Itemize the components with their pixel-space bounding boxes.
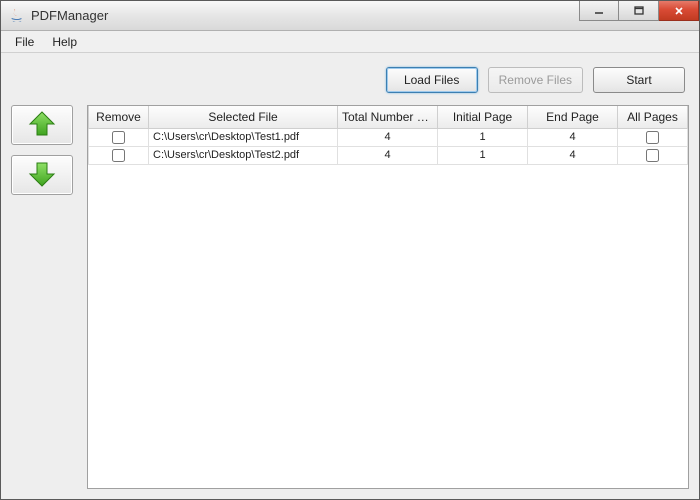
load-files-button[interactable]: Load Files: [386, 67, 478, 93]
allpages-checkbox[interactable]: [646, 131, 659, 144]
app-window: PDFManager File Help Load Files Remove F…: [0, 0, 700, 500]
col-remove[interactable]: Remove: [89, 106, 149, 128]
remove-files-button[interactable]: Remove Files: [488, 67, 583, 93]
col-all[interactable]: All Pages: [618, 106, 688, 128]
table-row[interactable]: C:\Users\cr\Desktop\Test1.pdf414: [89, 128, 688, 146]
move-up-button[interactable]: [11, 105, 73, 145]
allpages-checkbox[interactable]: [646, 149, 659, 162]
remove-checkbox[interactable]: [112, 131, 125, 144]
body-row: Remove Selected File Total Number of... …: [11, 105, 689, 489]
cell-end[interactable]: 4: [528, 128, 618, 146]
start-button[interactable]: Start: [593, 67, 685, 93]
arrow-down-icon: [27, 160, 57, 191]
java-app-icon: [9, 8, 25, 24]
menubar: File Help: [1, 31, 699, 53]
col-total[interactable]: Total Number of...: [338, 106, 438, 128]
cell-file: C:\Users\cr\Desktop\Test1.pdf: [149, 128, 338, 146]
table-header-row: Remove Selected File Total Number of... …: [89, 106, 688, 128]
reorder-controls: [11, 105, 77, 489]
menu-file[interactable]: File: [7, 33, 42, 51]
minimize-button[interactable]: [579, 1, 619, 21]
content-area: Load Files Remove Files Start: [1, 53, 699, 499]
move-down-button[interactable]: [11, 155, 73, 195]
titlebar[interactable]: PDFManager: [1, 1, 699, 31]
maximize-button[interactable]: [619, 1, 659, 21]
col-end[interactable]: End Page: [528, 106, 618, 128]
file-table-container: Remove Selected File Total Number of... …: [87, 105, 689, 489]
menu-help[interactable]: Help: [44, 33, 85, 51]
remove-checkbox[interactable]: [112, 149, 125, 162]
cell-total: 4: [338, 128, 438, 146]
window-controls: [579, 1, 699, 21]
col-initial[interactable]: Initial Page: [438, 106, 528, 128]
window-title: PDFManager: [31, 8, 108, 23]
cell-total: 4: [338, 146, 438, 164]
file-table: Remove Selected File Total Number of... …: [88, 106, 688, 165]
arrow-up-icon: [27, 110, 57, 141]
close-button[interactable]: [659, 1, 699, 21]
toolbar: Load Files Remove Files Start: [11, 63, 689, 105]
cell-initial[interactable]: 1: [438, 128, 528, 146]
cell-file: C:\Users\cr\Desktop\Test2.pdf: [149, 146, 338, 164]
col-file[interactable]: Selected File: [149, 106, 338, 128]
table-row[interactable]: C:\Users\cr\Desktop\Test2.pdf414: [89, 146, 688, 164]
cell-end[interactable]: 4: [528, 146, 618, 164]
cell-initial[interactable]: 1: [438, 146, 528, 164]
